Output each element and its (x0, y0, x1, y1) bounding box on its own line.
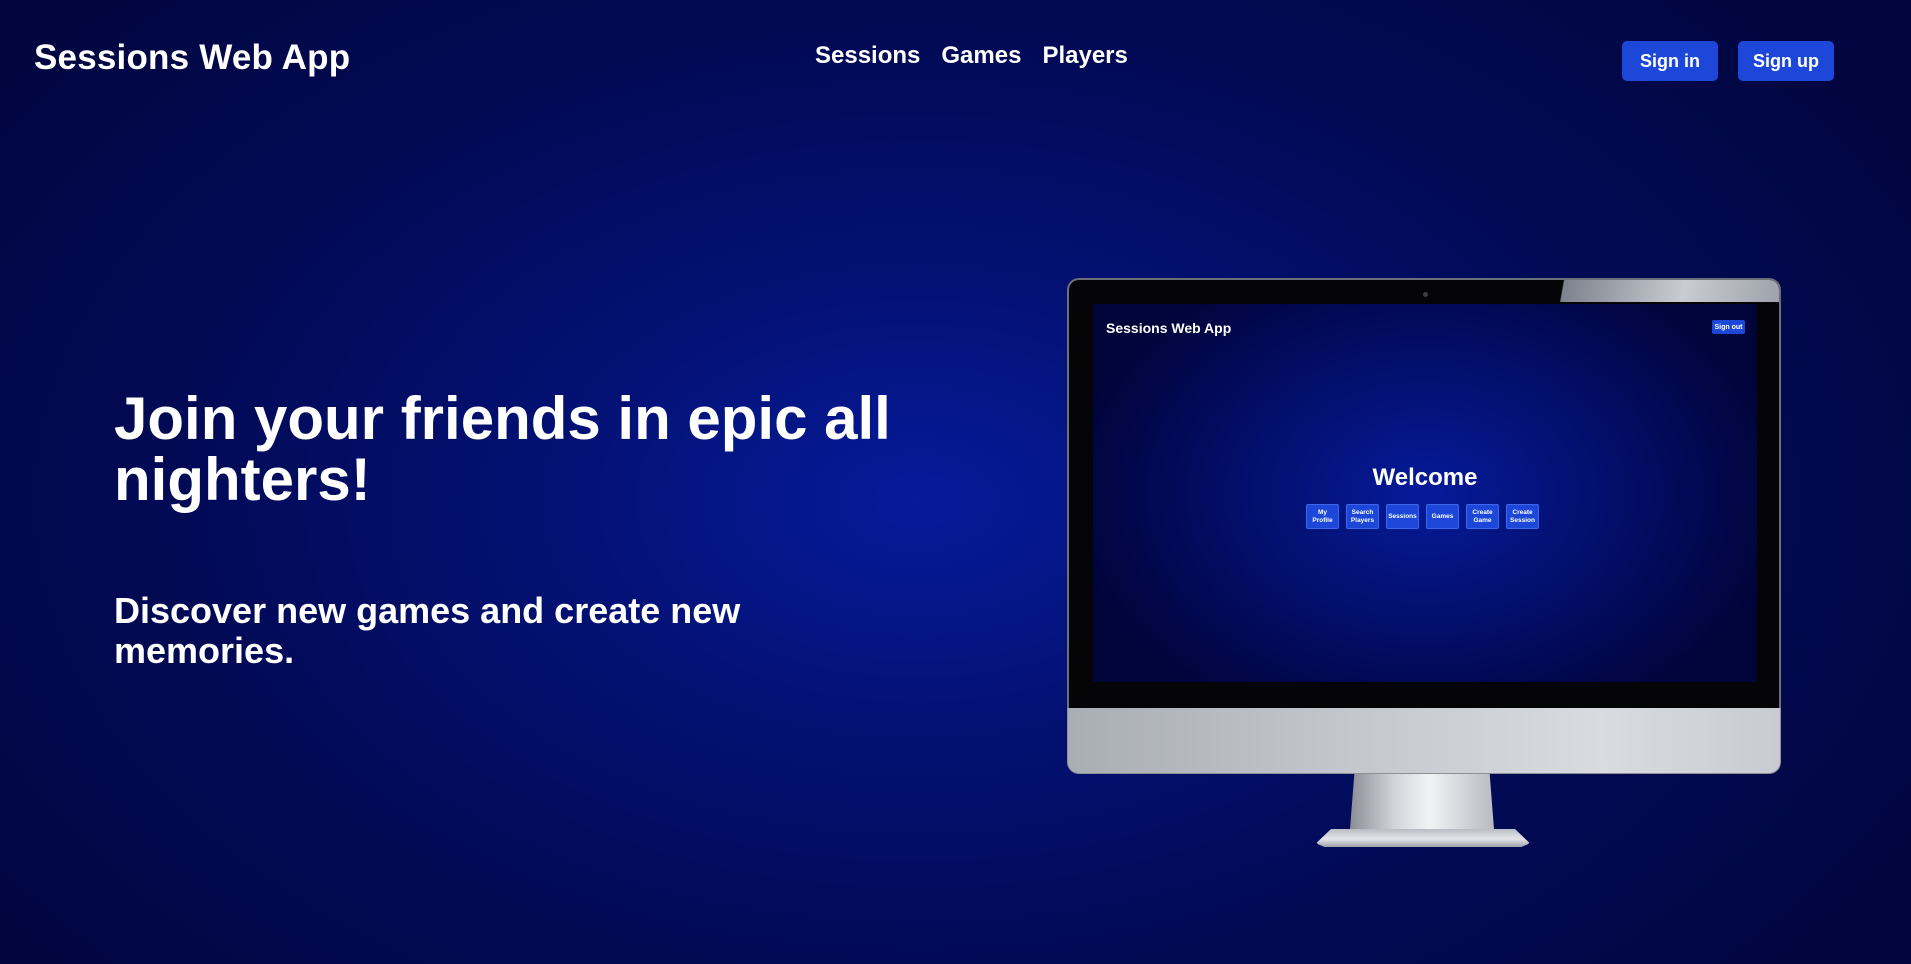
sign-up-button[interactable]: Sign up (1738, 41, 1834, 81)
mockup-screen: Sessions Web App Sign out Welcome My Pro… (1093, 304, 1757, 682)
mockup-brand: Sessions Web App (1106, 320, 1232, 336)
monitor-chin (1067, 708, 1781, 774)
main-nav: Sessions Games Players (815, 42, 1128, 70)
hero-title: Join your friends in epic all nighters! (114, 385, 891, 513)
top-navbar: Sessions Web App Sessions Games Players … (0, 0, 1911, 120)
mockup-games-button: Games (1426, 504, 1459, 529)
sign-in-button[interactable]: Sign in (1622, 41, 1718, 81)
camera-icon (1423, 292, 1428, 297)
nav-link-games[interactable]: Games (941, 42, 1021, 70)
mockup-my-profile-button: My Profile (1306, 504, 1339, 529)
mockup-sign-out-button: Sign out (1712, 320, 1745, 334)
mockup-search-players-button: Search Players (1346, 504, 1379, 529)
mockup-welcome-heading: Welcome (1372, 464, 1478, 491)
screen-glare (1539, 280, 1779, 302)
monitor-bezel: Sessions Web App Sign out Welcome My Pro… (1067, 278, 1781, 708)
mockup-create-game-button: Create Game (1466, 504, 1499, 529)
nav-link-players[interactable]: Players (1042, 42, 1127, 70)
monitor-mockup-image: Sessions Web App Sign out Welcome My Pro… (1067, 278, 1781, 868)
nav-link-sessions[interactable]: Sessions (815, 42, 920, 70)
mockup-button-row: My Profile Search Players Sessions Games… (1306, 504, 1539, 529)
hero-subtitle: Discover new games and create new memori… (114, 590, 741, 671)
monitor-stand-neck (1350, 774, 1494, 829)
mockup-sessions-button: Sessions (1386, 504, 1419, 529)
monitor-stand-foot (1316, 829, 1530, 847)
mockup-create-session-button: Create Session (1506, 504, 1539, 529)
brand-logo[interactable]: Sessions Web App (34, 38, 350, 78)
